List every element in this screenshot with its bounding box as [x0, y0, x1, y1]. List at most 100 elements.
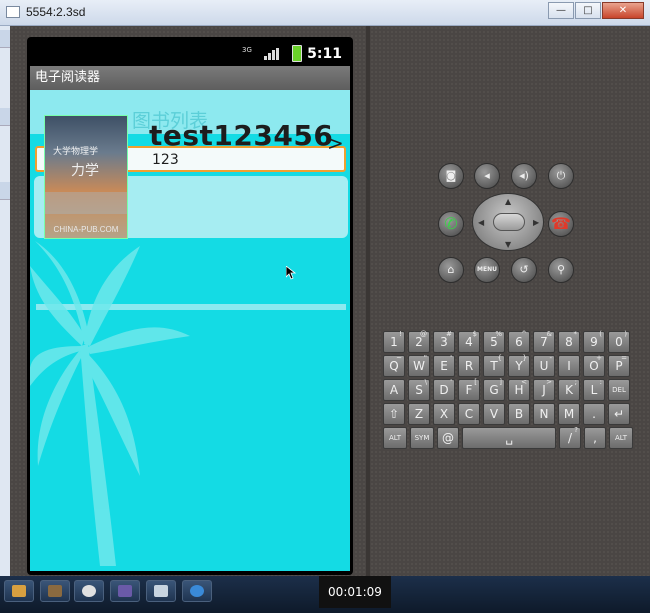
key-v[interactable]: V [483, 403, 505, 425]
status-bar: 3G 5:11 [30, 42, 350, 66]
key-/[interactable]: /? [559, 426, 581, 449]
call-icon: ✆ [444, 214, 458, 233]
app-screen: 电子阅读器 图书列表 大学物理学 力学 CHINA-PUB.COM test12… [30, 66, 350, 571]
key-.[interactable]: . [583, 403, 605, 425]
key-t[interactable]: T{ [483, 354, 505, 377]
app-title: 电子阅读器 [30, 66, 350, 90]
status-time: 5:11 [307, 46, 342, 62]
key-k[interactable]: K; [558, 378, 580, 401]
key-alt-label: ^ [521, 330, 527, 338]
taskbar-item[interactable] [182, 580, 212, 602]
key-n[interactable]: N [533, 403, 555, 425]
window-titlebar[interactable]: 5554:2.3sd — □ ✕ [0, 0, 650, 26]
minimize-button[interactable]: — [548, 2, 574, 19]
key-s[interactable]: S \ [408, 378, 430, 401]
key-g[interactable]: G] [483, 378, 505, 401]
key-f[interactable]: F[ [458, 378, 480, 401]
key-j[interactable]: J > [533, 378, 555, 401]
key-sym[interactable]: SYM [410, 427, 434, 449]
key-label: ↵ [613, 407, 625, 421]
key-x[interactable]: X [433, 403, 455, 425]
close-button[interactable]: ✕ [602, 2, 644, 19]
app5-icon [190, 585, 204, 597]
key-u[interactable]: U- [533, 354, 555, 377]
key-r[interactable]: R [458, 355, 480, 377]
dpad-down-icon[interactable]: ▼ [505, 240, 511, 249]
key-y[interactable]: Y} [508, 354, 530, 377]
key-q[interactable]: Q ~ [383, 354, 405, 377]
key-del[interactable]: DEL [608, 379, 630, 401]
key-label: K [565, 383, 573, 397]
camera-button[interactable]: ◙ [438, 163, 464, 189]
key-p[interactable]: P = [608, 354, 630, 377]
dpad-right-icon[interactable]: ▶ [533, 218, 539, 227]
key-0[interactable]: 0) [608, 330, 630, 353]
volume-up-icon: ◂) [519, 169, 529, 182]
key-3[interactable]: 3 # [433, 330, 455, 353]
taskbar-item[interactable] [74, 580, 104, 602]
power-button[interactable]: ⏻ [548, 163, 574, 189]
dpad-left-icon[interactable]: ◀ [478, 218, 484, 227]
taskbar-item[interactable] [40, 580, 70, 602]
key-c[interactable]: C [458, 403, 480, 425]
cover-title: 大学物理学 [53, 147, 99, 157]
dpad-center-button[interactable] [493, 213, 525, 231]
dpad-up-icon[interactable]: ▲ [505, 197, 511, 206]
volume-up-button[interactable]: ◂) [511, 163, 537, 189]
key-,[interactable]: , [584, 427, 606, 449]
key-m[interactable]: M [558, 403, 580, 425]
key-1[interactable]: 1! [383, 330, 405, 353]
key-7[interactable]: 7 & [533, 330, 555, 353]
key-h[interactable]: H < [508, 378, 530, 401]
key-i[interactable]: I [558, 355, 580, 377]
key-alt-label: % [495, 330, 502, 338]
book-cover-image[interactable]: 大学物理学 力学 CHINA-PUB.COM [44, 115, 128, 239]
key-space[interactable]: ␣ [462, 427, 556, 449]
key-label: S [415, 383, 423, 397]
key-2[interactable]: 2 @ [408, 330, 430, 353]
key-label: R [464, 359, 474, 373]
key-shift[interactable]: ⇧ [383, 403, 405, 425]
key-alt-label: # [446, 330, 452, 338]
dpad[interactable]: ▲ ▼ ◀ ▶ [472, 193, 544, 251]
key-label: ALT [388, 434, 401, 442]
key-alt[interactable]: ALT [383, 427, 407, 449]
key-enter[interactable]: ↵ [608, 403, 630, 425]
key-label: D [439, 383, 449, 397]
maximize-button[interactable]: □ [575, 2, 601, 19]
call-button[interactable]: ✆ [438, 211, 464, 237]
key-8[interactable]: 8 * [558, 330, 580, 353]
back-button[interactable]: ↺ [511, 257, 537, 283]
key-9[interactable]: 9( [583, 330, 605, 353]
key-label: I [567, 359, 571, 373]
end-call-icon: ☎ [551, 214, 571, 233]
home-button[interactable]: ⌂ [438, 257, 464, 283]
menu-button[interactable]: MENU [474, 257, 500, 283]
key-l[interactable]: L: [583, 378, 605, 401]
start-icon [12, 585, 26, 597]
key-6[interactable]: 6 ^ [508, 330, 530, 353]
taskbar-item[interactable] [110, 580, 140, 602]
key-label: SYM [414, 434, 430, 442]
key-b[interactable]: B [508, 403, 530, 425]
key-alt[interactable]: ALT [609, 427, 633, 449]
volume-down-button[interactable]: ◂ [474, 163, 500, 189]
key-@[interactable]: @ [437, 427, 459, 449]
key-label: F [465, 383, 473, 397]
end-call-button[interactable]: ☎ [548, 211, 574, 237]
key-a[interactable]: A [383, 379, 405, 401]
taskbar-start-button[interactable] [4, 580, 34, 602]
key-alt-label: @ [420, 330, 427, 338]
chevron-right-icon[interactable]: > [327, 131, 344, 155]
search-button[interactable]: ⚲ [548, 257, 574, 283]
key-d[interactable]: D ' [433, 378, 455, 401]
key-4[interactable]: 4 $ [458, 330, 480, 353]
key-o[interactable]: O + [583, 354, 605, 377]
key-z[interactable]: Z [408, 403, 430, 425]
key-e[interactable]: E ' [433, 354, 455, 377]
key-alt-label: { [497, 354, 502, 362]
key-alt-label: ( [599, 330, 602, 338]
key-w[interactable]: W " [408, 354, 430, 377]
key-5[interactable]: 5% [483, 330, 505, 353]
taskbar-item[interactable] [146, 580, 176, 602]
